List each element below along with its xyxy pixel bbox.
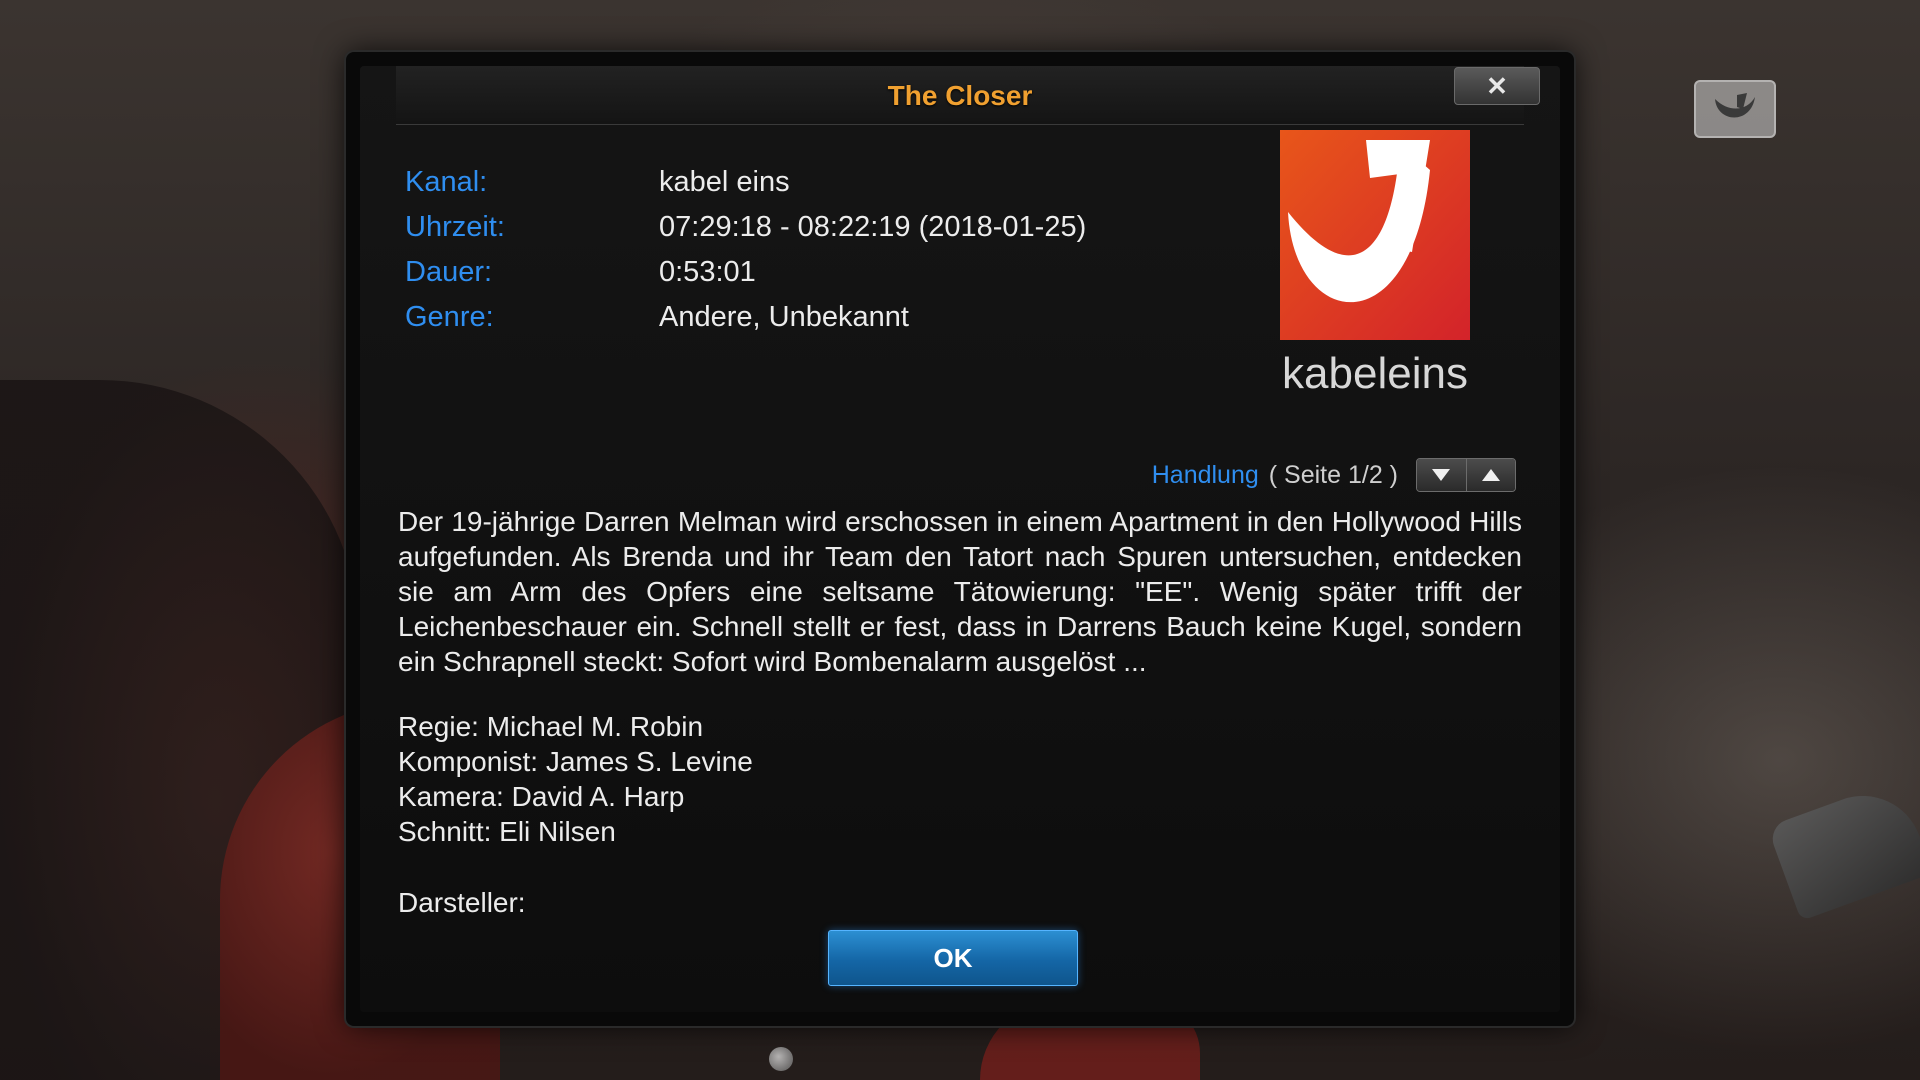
epg-info-dialog: The Closer ✕ Kanal: kabel eins Uhrzeit: … — [346, 52, 1574, 1026]
plot-heading: Handlung — [1151, 460, 1259, 489]
kabel-eins-logo-icon: kabeleins — [1280, 130, 1470, 398]
genre-value: Andere, Unbekannt — [659, 301, 909, 333]
dauer-label: Dauer: — [405, 256, 493, 288]
info-row-dauer: Dauer: 0:53:01 — [405, 256, 1205, 301]
plot-text: Der 19-jährige Darren Melman wird erscho… — [398, 506, 1522, 677]
info-row-kanal: Kanal: kabel eins — [405, 166, 1205, 211]
page-up-button[interactable] — [1465, 459, 1515, 491]
close-button[interactable]: ✕ — [1454, 67, 1540, 105]
kanal-value: kabel eins — [659, 166, 790, 198]
page-down-button[interactable] — [1417, 459, 1466, 491]
credit-regie: Regie: Michael M. Robin — [398, 711, 704, 742]
kanal-label: Kanal: — [405, 166, 488, 198]
dauer-value: 0:53:01 — [659, 256, 756, 288]
info-row-genre: Genre: Andere, Unbekannt — [405, 301, 1205, 346]
uhrzeit-value: 07:29:18 - 08:22:19 (2018-01-25) — [659, 211, 1087, 243]
credit-komponist: Komponist: James S. Levine — [398, 746, 753, 777]
plot-page-indicator: ( Seite 1/2 ) — [1268, 460, 1398, 489]
background-lamp — [1767, 779, 1920, 921]
credit-kamera: Kamera: David A. Harp — [398, 781, 685, 812]
ok-button[interactable]: OK — [828, 930, 1078, 986]
screen: The Closer ✕ Kanal: kabel eins Uhrzeit: … — [0, 0, 1920, 1080]
triangle-up-icon — [1481, 469, 1500, 481]
close-icon: ✕ — [1486, 70, 1508, 101]
plot-header: Handlung ( Seite 1/2 ) — [1152, 458, 1516, 492]
channel-watermark-icon — [1694, 80, 1776, 138]
dialog-title: The Closer — [887, 80, 1033, 111]
info-row-uhrzeit: Uhrzeit: 07:29:18 - 08:22:19 (2018-01-25… — [405, 211, 1205, 256]
ok-button-label: OK — [933, 942, 973, 973]
darsteller-label: Darsteller: — [398, 887, 526, 918]
credits: Regie: Michael M. Robin Komponist: James… — [398, 709, 1522, 849]
credit-schnitt: Schnitt: Eli Nilsen — [398, 816, 616, 847]
channel-logo: kabeleins — [1280, 130, 1470, 400]
info-grid: Kanal: kabel eins Uhrzeit: 07:29:18 - 08… — [405, 166, 1205, 346]
triangle-down-icon — [1432, 469, 1451, 481]
genre-label: Genre: — [405, 301, 494, 333]
plot-pager — [1416, 458, 1516, 492]
uhrzeit-label: Uhrzeit: — [405, 211, 505, 243]
logo-wordmark: kabeleins — [1282, 349, 1468, 398]
background-knob — [769, 1047, 793, 1071]
